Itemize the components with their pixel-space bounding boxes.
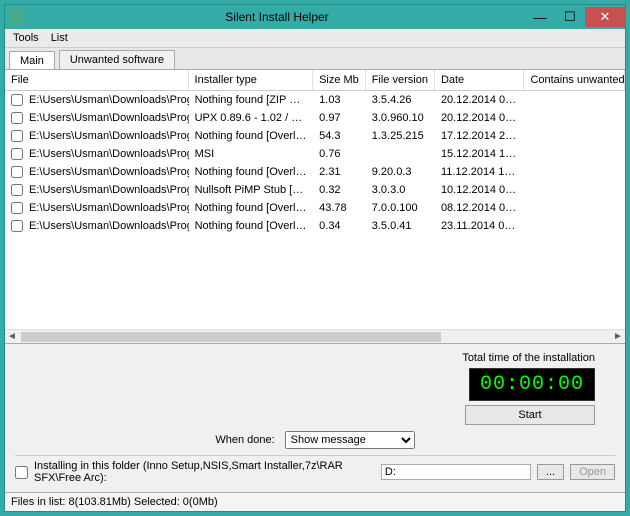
size-mb: 0.34 bbox=[313, 220, 366, 232]
menu-tools[interactable]: Tools bbox=[13, 32, 39, 44]
start-button[interactable]: Start bbox=[465, 405, 595, 425]
installer-type: Nullsoft PiMP Stub [Null... bbox=[189, 184, 314, 196]
list-body: E:\Users\Usman\Downloads\Progra...Nothin… bbox=[5, 91, 625, 256]
bottom-panel: Total time of the installation 00:00:00 … bbox=[5, 343, 625, 492]
file-date: 15.12.2014 12:44 bbox=[435, 148, 525, 160]
browse-button[interactable]: ... bbox=[537, 464, 564, 480]
file-version: 3.5.4.26 bbox=[366, 94, 435, 106]
installer-type: Nothing found [Overlay] * bbox=[189, 202, 314, 214]
close-button[interactable]: ✕ bbox=[585, 7, 625, 27]
statusbar: Files in list: 8(103.81Mb) Selected: 0(0… bbox=[5, 492, 625, 511]
install-folder-input[interactable] bbox=[381, 464, 531, 480]
timer-display: 00:00:00 bbox=[469, 368, 595, 401]
file-path: E:\Users\Usman\Downloads\Progra... bbox=[29, 166, 189, 178]
timer-label: Total time of the installation bbox=[462, 352, 595, 364]
col-date[interactable]: Date bbox=[435, 70, 525, 90]
row-checkbox[interactable] bbox=[11, 130, 23, 142]
scroll-right-icon[interactable]: ► bbox=[611, 331, 625, 342]
maximize-button[interactable]: ☐ bbox=[555, 7, 585, 27]
table-row[interactable]: E:\Users\Usman\Downloads\Progra...MSI0.7… bbox=[5, 145, 625, 163]
table-row[interactable]: E:\Users\Usman\Downloads\Progra...Nullso… bbox=[5, 181, 625, 199]
file-path: E:\Users\Usman\Downloads\Progra... bbox=[29, 112, 189, 124]
row-checkbox[interactable] bbox=[11, 148, 23, 160]
installer-type: Nothing found [Overlay] * bbox=[189, 220, 314, 232]
window-title: Silent Install Helper bbox=[29, 10, 525, 24]
file-version: 3.0.960.10 bbox=[366, 112, 435, 124]
col-unwanted[interactable]: Contains unwanted s bbox=[524, 70, 625, 90]
tabstrip: Main Unwanted software bbox=[5, 48, 625, 69]
file-date: 23.11.2014 02:36 bbox=[435, 220, 525, 232]
file-date: 20.12.2014 01:01 bbox=[435, 94, 525, 106]
file-version: 3.0.3.0 bbox=[366, 184, 435, 196]
app-window: Silent Install Helper — ☐ ✕ Tools List M… bbox=[4, 4, 626, 512]
open-button[interactable]: Open bbox=[570, 464, 615, 480]
file-date: 17.12.2014 22:42 bbox=[435, 130, 525, 142]
size-mb: 1.03 bbox=[313, 94, 366, 106]
size-mb: 54.3 bbox=[313, 130, 366, 142]
row-checkbox[interactable] bbox=[11, 112, 23, 124]
file-path: E:\Users\Usman\Downloads\Progra... bbox=[29, 148, 189, 160]
file-version: 3.5.0.41 bbox=[366, 220, 435, 232]
file-version: 7.0.0.100 bbox=[366, 202, 435, 214]
minimize-button[interactable]: — bbox=[525, 7, 555, 27]
installer-type: Nothing found [Overlay] * bbox=[189, 130, 314, 142]
file-version: 9.20.0.3 bbox=[366, 166, 435, 178]
col-version[interactable]: File version bbox=[366, 70, 435, 90]
row-checkbox[interactable] bbox=[11, 94, 23, 106]
file-path: E:\Users\Usman\Downloads\Progra... bbox=[29, 202, 189, 214]
install-folder-checkbox[interactable] bbox=[15, 466, 28, 479]
app-icon bbox=[9, 9, 25, 25]
file-path: E:\Users\Usman\Downloads\Progra... bbox=[29, 220, 189, 232]
list-header: File Installer type Size Mb File version… bbox=[5, 70, 625, 91]
file-date: 11.12.2014 13:40 bbox=[435, 166, 525, 178]
row-checkbox[interactable] bbox=[11, 184, 23, 196]
size-mb: 0.32 bbox=[313, 184, 366, 196]
size-mb: 0.97 bbox=[313, 112, 366, 124]
installer-type: Nothing found [ZIP SFX] * bbox=[189, 94, 314, 106]
scroll-left-icon[interactable]: ◄ bbox=[5, 331, 19, 342]
row-checkbox[interactable] bbox=[11, 166, 23, 178]
file-date: 20.12.2014 01:01 bbox=[435, 112, 525, 124]
menu-list[interactable]: List bbox=[51, 32, 68, 44]
installer-type: Nothing found [Overlay] * bbox=[189, 166, 314, 178]
size-mb: 0.76 bbox=[313, 148, 366, 160]
h-scrollbar[interactable]: ◄ ► bbox=[5, 329, 625, 343]
file-version: 1.3.25.215 bbox=[366, 130, 435, 142]
col-file[interactable]: File bbox=[5, 70, 189, 90]
file-path: E:\Users\Usman\Downloads\Progra... bbox=[29, 94, 189, 106]
install-folder-label: Installing in this folder (Inno Setup,NS… bbox=[34, 460, 375, 484]
titlebar: Silent Install Helper — ☐ ✕ bbox=[5, 5, 625, 29]
installer-type: MSI bbox=[189, 148, 314, 160]
file-date: 08.12.2014 04:37 bbox=[435, 202, 525, 214]
scroll-thumb[interactable] bbox=[21, 332, 441, 342]
size-mb: 43.78 bbox=[313, 202, 366, 214]
menubar: Tools List bbox=[5, 29, 625, 48]
tab-unwanted[interactable]: Unwanted software bbox=[59, 50, 175, 69]
col-size[interactable]: Size Mb bbox=[313, 70, 366, 90]
when-done-label: When done: bbox=[215, 434, 274, 446]
when-done-select[interactable]: Show message bbox=[285, 431, 415, 449]
installer-type: UPX 0.89.6 - 1.02 / 1.05 -... bbox=[189, 112, 314, 124]
table-row[interactable]: E:\Users\Usman\Downloads\Progra...Nothin… bbox=[5, 91, 625, 109]
table-row[interactable]: E:\Users\Usman\Downloads\Progra...Nothin… bbox=[5, 199, 625, 217]
table-row[interactable]: E:\Users\Usman\Downloads\Progra...Nothin… bbox=[5, 127, 625, 145]
tab-main[interactable]: Main bbox=[9, 51, 55, 70]
row-checkbox[interactable] bbox=[11, 220, 23, 232]
table-row[interactable]: E:\Users\Usman\Downloads\Progra...Nothin… bbox=[5, 217, 625, 235]
table-row[interactable]: E:\Users\Usman\Downloads\Progra...Nothin… bbox=[5, 163, 625, 181]
table-row[interactable]: E:\Users\Usman\Downloads\Progra...UPX 0.… bbox=[5, 109, 625, 127]
file-path: E:\Users\Usman\Downloads\Progra... bbox=[29, 130, 189, 142]
file-date: 10.12.2014 02:07 bbox=[435, 184, 525, 196]
file-path: E:\Users\Usman\Downloads\Progra... bbox=[29, 184, 189, 196]
col-type[interactable]: Installer type bbox=[189, 70, 314, 90]
size-mb: 2.31 bbox=[313, 166, 366, 178]
row-checkbox[interactable] bbox=[11, 202, 23, 214]
